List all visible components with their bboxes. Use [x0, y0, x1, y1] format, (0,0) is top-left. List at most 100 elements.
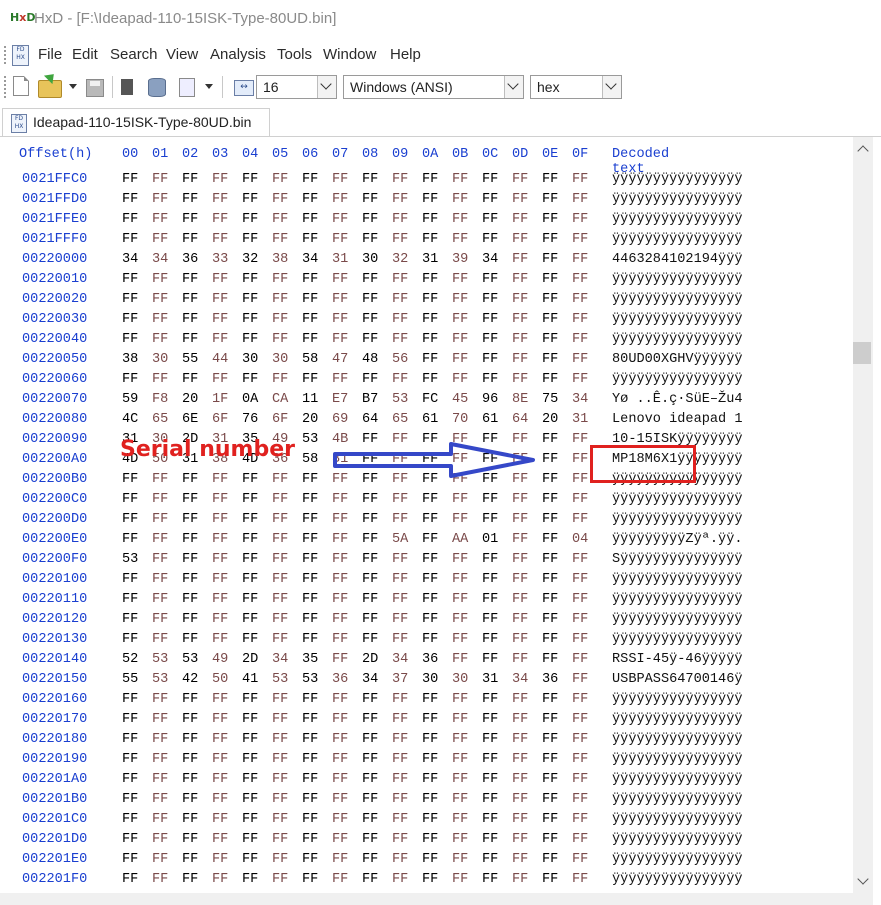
hex-byte[interactable]: 52	[122, 652, 138, 667]
hex-byte[interactable]: FF	[212, 172, 228, 187]
hex-byte[interactable]: FF	[572, 492, 588, 507]
hex-byte[interactable]: FF	[362, 812, 378, 827]
hex-byte[interactable]: FF	[152, 232, 168, 247]
hex-byte[interactable]: FF	[542, 872, 558, 887]
hex-byte[interactable]: 20	[182, 392, 198, 407]
hex-byte[interactable]: FF	[392, 292, 408, 307]
hex-byte[interactable]: FF	[392, 692, 408, 707]
hex-byte[interactable]: 6F	[272, 412, 288, 427]
hex-byte[interactable]: FF	[152, 752, 168, 767]
hex-byte[interactable]: FF	[542, 172, 558, 187]
hex-byte[interactable]: FF	[242, 772, 258, 787]
hex-byte[interactable]: FF	[362, 692, 378, 707]
hex-byte[interactable]: 34	[272, 652, 288, 667]
hex-byte[interactable]: FF	[182, 192, 198, 207]
decoded-text[interactable]: ÿÿÿÿÿÿÿÿÿÿÿÿÿÿÿÿ	[612, 312, 743, 327]
hex-byte[interactable]: FF	[482, 752, 498, 767]
hex-byte[interactable]: FF	[272, 792, 288, 807]
hex-byte[interactable]: 32	[392, 252, 408, 267]
hex-byte[interactable]: FF	[512, 712, 528, 727]
hex-byte[interactable]: FF	[392, 172, 408, 187]
hex-byte[interactable]: FF	[362, 852, 378, 867]
hex-byte[interactable]: FF	[212, 732, 228, 747]
hex-byte[interactable]: FF	[122, 232, 138, 247]
open-file-icon[interactable]	[38, 80, 62, 98]
hex-byte[interactable]: 2D	[242, 652, 258, 667]
hex-byte[interactable]: FF	[542, 292, 558, 307]
hex-byte[interactable]: FF	[572, 512, 588, 527]
hex-byte[interactable]: FF	[182, 752, 198, 767]
hex-byte[interactable]: FF	[482, 352, 498, 367]
hex-byte[interactable]: FF	[512, 172, 528, 187]
hex-editor[interactable]: Offset(h) Decoded text 00 01 02 03 04 05 06 07 0…	[0, 137, 853, 897]
hex-byte[interactable]: FF	[572, 792, 588, 807]
hex-byte[interactable]: FF	[572, 312, 588, 327]
hex-byte[interactable]: FF	[152, 332, 168, 347]
hex-byte[interactable]: FF	[272, 692, 288, 707]
menu-analysis[interactable]: Analysis	[210, 46, 266, 63]
hex-byte[interactable]: FF	[572, 232, 588, 247]
hex-byte[interactable]: FF	[542, 472, 558, 487]
hex-byte[interactable]: FF	[482, 232, 498, 247]
hex-byte[interactable]: FF	[332, 652, 348, 667]
hex-byte[interactable]: FF	[422, 352, 438, 367]
hex-byte[interactable]: FF	[422, 272, 438, 287]
hex-byte[interactable]: FF	[212, 812, 228, 827]
hex-byte[interactable]: FF	[242, 732, 258, 747]
hex-byte[interactable]: FF	[182, 572, 198, 587]
hex-byte[interactable]: FF	[422, 692, 438, 707]
hex-byte[interactable]: FF	[542, 612, 558, 627]
hex-byte[interactable]: FF	[122, 872, 138, 887]
hex-byte[interactable]: FF	[332, 752, 348, 767]
hex-byte[interactable]: FF	[392, 552, 408, 567]
hex-byte[interactable]: FF	[242, 192, 258, 207]
hex-byte[interactable]: 6F	[212, 412, 228, 427]
hex-byte[interactable]: FF	[572, 192, 588, 207]
decoded-text[interactable]: ÿÿÿÿÿÿÿÿÿÿÿÿÿÿÿÿ	[612, 332, 743, 347]
hex-byte[interactable]: 34	[482, 252, 498, 267]
toolbar-grip-handle[interactable]	[4, 76, 10, 98]
hex-byte[interactable]: FF	[122, 532, 138, 547]
hex-byte[interactable]: FF	[362, 752, 378, 767]
hex-byte[interactable]: FF	[302, 292, 318, 307]
hex-byte[interactable]: 50	[212, 672, 228, 687]
hex-byte[interactable]: 0A	[242, 392, 258, 407]
hex-byte[interactable]: FF	[512, 572, 528, 587]
hex-byte[interactable]: FF	[272, 872, 288, 887]
hex-byte[interactable]: FF	[212, 372, 228, 387]
hex-byte[interactable]: 30	[452, 672, 468, 687]
hex-byte[interactable]: FF	[422, 732, 438, 747]
hex-byte[interactable]: 4C	[122, 412, 138, 427]
hex-byte[interactable]: 2D	[362, 652, 378, 667]
offset-base-select[interactable]: hex	[530, 75, 622, 99]
hex-byte[interactable]: FF	[272, 312, 288, 327]
hex-byte[interactable]: FF	[302, 232, 318, 247]
hex-byte[interactable]: 30	[272, 352, 288, 367]
hex-byte[interactable]: FF	[572, 272, 588, 287]
decoded-text[interactable]: ÿÿÿÿÿÿÿÿÿÿÿÿÿÿÿÿ	[612, 492, 743, 507]
hex-byte[interactable]: FF	[422, 172, 438, 187]
hex-byte[interactable]: FF	[572, 752, 588, 767]
hex-byte[interactable]: FF	[512, 832, 528, 847]
hex-byte[interactable]: FF	[182, 872, 198, 887]
hex-byte[interactable]: FF	[362, 312, 378, 327]
hex-byte[interactable]: FF	[152, 512, 168, 527]
hex-byte[interactable]: FF	[122, 732, 138, 747]
hex-byte[interactable]: FF	[152, 872, 168, 887]
hex-byte[interactable]: FF	[572, 432, 588, 447]
hex-byte[interactable]: FF	[542, 832, 558, 847]
hex-byte[interactable]: FF	[122, 512, 138, 527]
hex-byte[interactable]: FF	[452, 332, 468, 347]
hex-byte[interactable]: FF	[512, 732, 528, 747]
decoded-text[interactable]: ÿÿÿÿÿÿÿÿÿÿÿÿÿÿÿÿ	[612, 752, 743, 767]
hex-byte[interactable]: FF	[452, 812, 468, 827]
hex-byte[interactable]: FF	[482, 172, 498, 187]
hex-byte[interactable]: 37	[392, 672, 408, 687]
decoded-text[interactable]: 80UD00XGHVÿÿÿÿÿÿ	[612, 352, 743, 367]
hex-byte[interactable]: 1F	[212, 392, 228, 407]
hex-byte[interactable]: FF	[212, 492, 228, 507]
hex-byte[interactable]: FF	[272, 852, 288, 867]
hex-byte[interactable]: FF	[272, 372, 288, 387]
hex-byte[interactable]: FF	[302, 872, 318, 887]
document-icon[interactable]: FD HX	[12, 45, 29, 66]
